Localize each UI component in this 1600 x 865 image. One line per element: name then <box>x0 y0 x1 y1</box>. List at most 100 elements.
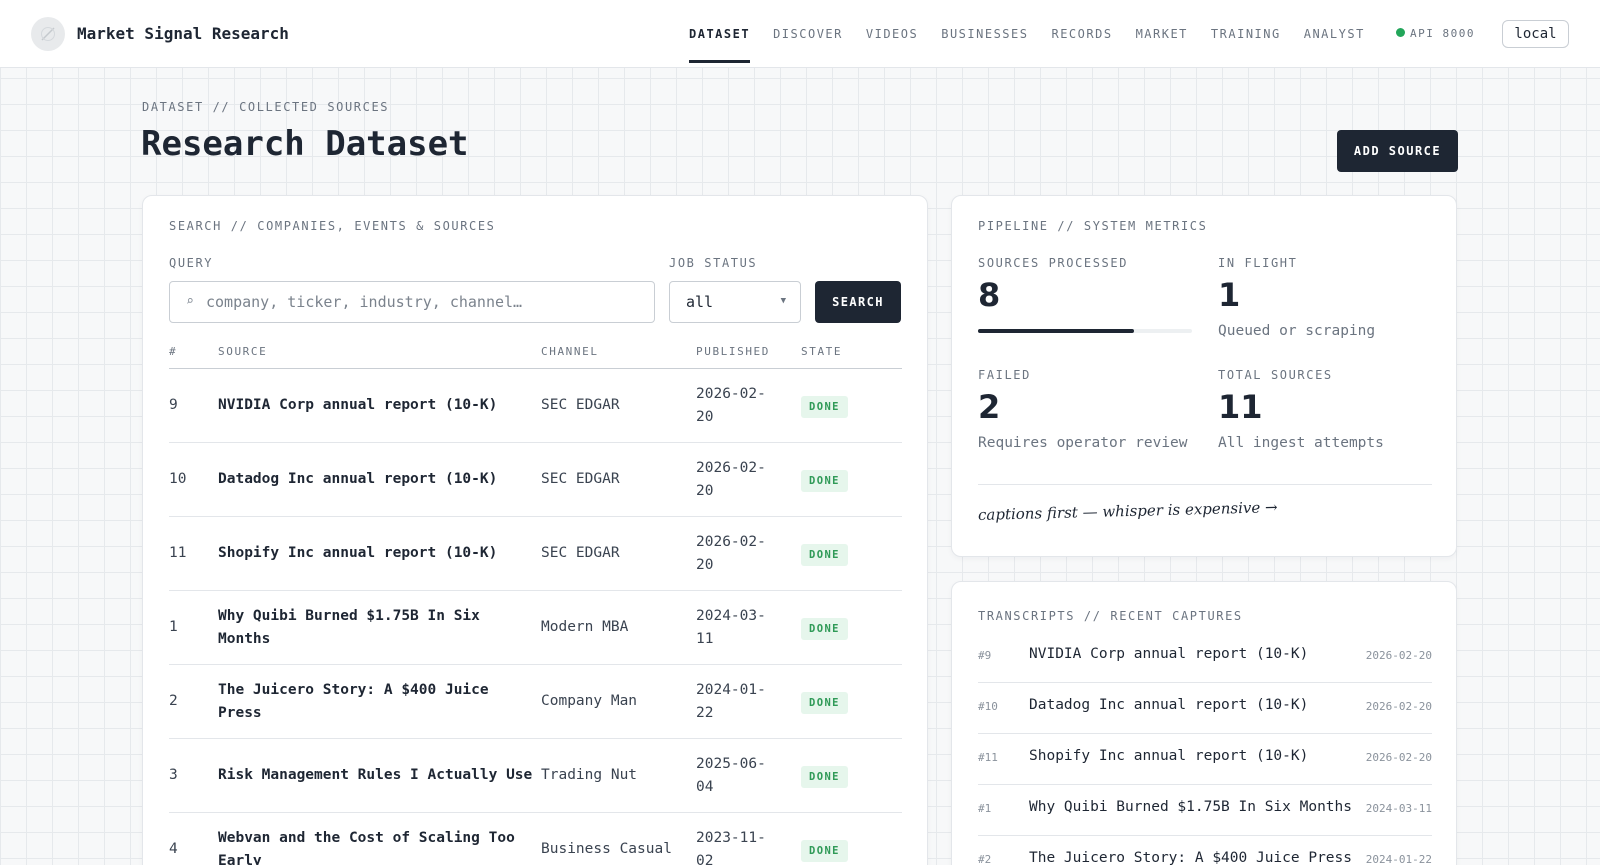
nav-analyst[interactable]: ANALYST <box>1304 27 1365 63</box>
col-published: PUBLISHED <box>696 345 771 358</box>
row-channel: SEC EDGAR <box>541 471 620 487</box>
row-published: 2024-03-11 <box>696 608 766 647</box>
nav-training[interactable]: TRAINING <box>1211 27 1281 63</box>
table-row[interactable]: 3 Risk Management Rules I Actually Use T… <box>169 739 902 813</box>
transcript-title[interactable]: Why Quibi Burned $1.75B In Six Months <box>1029 799 1352 815</box>
row-published: 2025-06-04 <box>696 756 766 795</box>
row-channel: SEC EDGAR <box>541 545 620 561</box>
status-badge: DONE <box>801 840 848 862</box>
transcripts-card: TRANSCRIPTS // RECENT CAPTURES #9 NVIDIA… <box>951 581 1457 865</box>
table-row[interactable]: 11 Shopify Inc annual report (10-K) SEC … <box>169 517 902 591</box>
row-source[interactable]: The Juicero Story: A $400 Juice Press <box>218 679 538 725</box>
add-source-button[interactable]: ADD SOURCE <box>1337 130 1458 172</box>
list-item[interactable]: #1 Why Quibi Burned $1.75B In Six Months… <box>978 785 1432 836</box>
table-row[interactable]: 2 The Juicero Story: A $400 Juice Press … <box>169 665 902 739</box>
sources-processed-label: SOURCES PROCESSED <box>978 256 1129 270</box>
list-item[interactable]: #2 The Juicero Story: A $400 Juice Press… <box>978 836 1432 865</box>
transcript-id: #11 <box>978 751 998 764</box>
transcript-date: 2026-02-20 <box>1365 700 1432 713</box>
nav-discover[interactable]: DISCOVER <box>773 27 843 63</box>
search-card: SEARCH // COMPANIES, EVENTS & SOURCES QU… <box>142 195 928 865</box>
col-channel: CHANNEL <box>541 345 599 358</box>
transcript-date: 2026-02-20 <box>1365 751 1432 764</box>
breadcrumb: DATASET // COLLECTED SOURCES <box>142 100 390 114</box>
nav-market[interactable]: MARKET <box>1136 27 1188 63</box>
row-source[interactable]: Shopify Inc annual report (10-K) <box>218 542 538 565</box>
row-number: 9 <box>169 397 178 413</box>
row-channel: Modern MBA <box>541 619 629 635</box>
row-number: 3 <box>169 767 178 783</box>
list-item[interactable]: #9 NVIDIA Corp annual report (10-K) 2026… <box>978 632 1432 683</box>
search-button[interactable]: SEARCH <box>815 281 901 323</box>
job-status-select[interactable]: all ▼ <box>669 281 801 323</box>
query-label: QUERY <box>169 256 214 270</box>
top-navigation: Market Signal Research DATASET DISCOVER … <box>0 0 1600 68</box>
page-title: Research Dataset <box>141 124 469 164</box>
row-published: 2026-02-20 <box>696 386 766 425</box>
row-number: 4 <box>169 841 178 857</box>
job-status-label: JOB STATUS <box>669 256 758 270</box>
row-published: 2026-02-20 <box>696 460 766 499</box>
table-row[interactable]: 1 Why Quibi Burned $1.75B In Six Months … <box>169 591 902 665</box>
status-badge: DONE <box>801 692 848 714</box>
total-sources-value: 11 <box>1218 388 1263 426</box>
row-source[interactable]: Why Quibi Burned $1.75B In Six Months <box>218 605 538 651</box>
query-field[interactable]: ⌕ <box>169 281 655 323</box>
list-item[interactable]: #10 Datadog Inc annual report (10-K) 202… <box>978 683 1432 734</box>
row-channel: Trading Nut <box>541 767 638 783</box>
col-state: STATE <box>801 345 843 358</box>
table-row[interactable]: 9 NVIDIA Corp annual report (10-K) SEC E… <box>169 369 902 443</box>
row-source[interactable]: NVIDIA Corp annual report (10-K) <box>218 394 538 417</box>
table-row[interactable]: 10 Datadog Inc annual report (10-K) SEC … <box>169 443 902 517</box>
transcript-id: #10 <box>978 700 998 713</box>
row-published: 2023-11-02 <box>696 830 766 865</box>
main-nav: DATASET DISCOVER VIDEOS BUSINESSES RECOR… <box>689 27 1388 63</box>
nav-businesses[interactable]: BUSINESSES <box>941 27 1028 63</box>
row-source[interactable]: Datadog Inc annual report (10-K) <box>218 468 538 491</box>
row-published: 2024-01-22 <box>696 682 766 721</box>
sources-processed-value: 8 <box>978 276 1001 314</box>
transcript-title[interactable]: Datadog Inc annual report (10-K) <box>1029 697 1308 713</box>
in-flight-sub: Queued or scraping <box>1218 323 1376 339</box>
api-status-label: API 8000 <box>1410 27 1475 40</box>
status-badge: DONE <box>801 470 848 492</box>
transcript-id: #1 <box>978 802 992 815</box>
failed-sub: Requires operator review <box>978 435 1188 451</box>
row-published: 2026-02-20 <box>696 534 766 573</box>
transcript-title[interactable]: Shopify Inc annual report (10-K) <box>1029 748 1308 764</box>
pipeline-card: PIPELINE // SYSTEM METRICS SOURCES PROCE… <box>951 195 1457 557</box>
row-channel: Company Man <box>541 693 638 709</box>
nav-dataset[interactable]: DATASET <box>689 27 751 63</box>
row-channel: Business Casual <box>541 841 672 857</box>
search-section-label: SEARCH // COMPANIES, EVENTS & SOURCES <box>169 219 496 233</box>
status-badge: DONE <box>801 396 848 418</box>
processed-progress-fill <box>978 329 1135 333</box>
pipeline-section-label: PIPELINE // SYSTEM METRICS <box>978 219 1208 233</box>
row-channel: SEC EDGAR <box>541 397 620 413</box>
table-row[interactable]: 4 Webvan and the Cost of Scaling Too Ear… <box>169 813 902 865</box>
transcript-id: #2 <box>978 853 992 865</box>
transcript-date: 2024-01-22 <box>1365 853 1432 865</box>
row-source[interactable]: Risk Management Rules I Actually Use <box>218 764 538 787</box>
job-status-value: all <box>686 293 714 311</box>
status-badge: DONE <box>801 766 848 788</box>
logo-icon[interactable] <box>31 17 65 51</box>
row-number: 10 <box>169 471 187 487</box>
status-badge: DONE <box>801 618 848 640</box>
row-source[interactable]: Webvan and the Cost of Scaling Too Early <box>218 827 538 865</box>
chevron-down-icon: ▼ <box>780 296 786 306</box>
nav-records[interactable]: RECORDS <box>1051 27 1112 63</box>
nav-videos[interactable]: VIDEOS <box>866 27 918 63</box>
transcript-title[interactable]: The Juicero Story: A $400 Juice Press <box>1029 850 1352 865</box>
search-input[interactable] <box>206 283 646 321</box>
search-icon: ⌕ <box>186 294 194 309</box>
environment-button[interactable]: local <box>1502 20 1569 48</box>
col-num: # <box>169 345 178 358</box>
sources-table: # SOURCE CHANNEL PUBLISHED STATE 9 NVIDI… <box>169 343 902 865</box>
in-flight-value: 1 <box>1218 276 1241 314</box>
processed-progress-bar <box>978 329 1192 333</box>
brand-name[interactable]: Market Signal Research <box>77 24 289 43</box>
transcript-title[interactable]: NVIDIA Corp annual report (10-K) <box>1029 646 1308 662</box>
list-item[interactable]: #11 Shopify Inc annual report (10-K) 202… <box>978 734 1432 785</box>
failed-value: 2 <box>978 388 1001 426</box>
